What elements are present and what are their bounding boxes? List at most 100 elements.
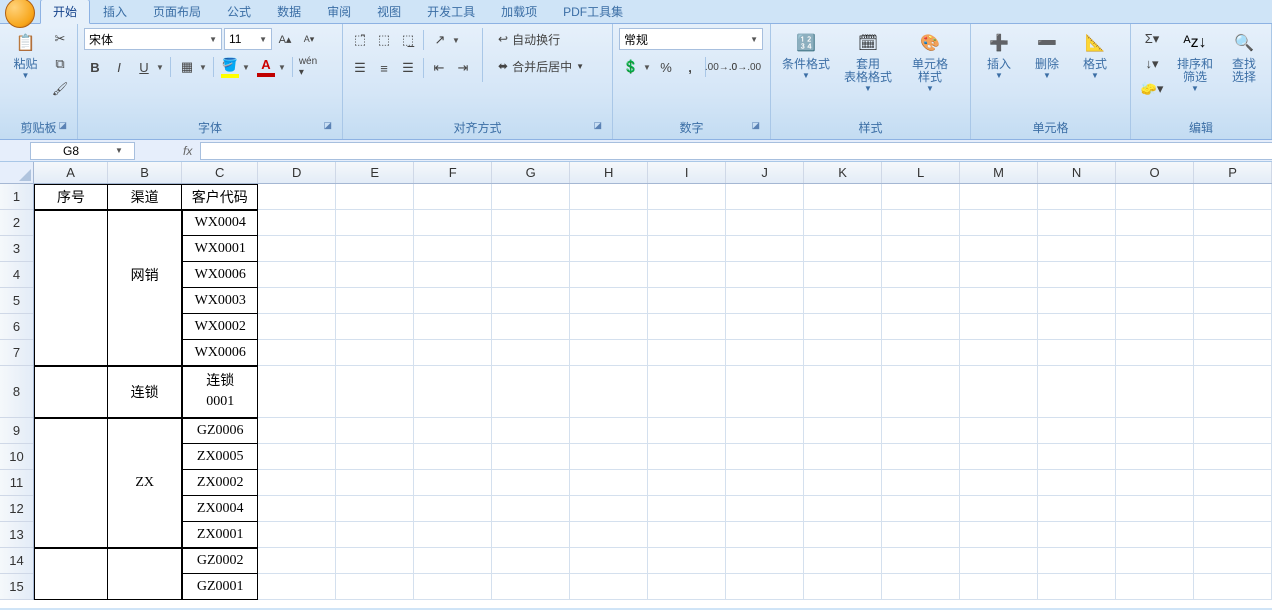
cell[interactable]: GZ0001 [182,574,258,600]
cell[interactable] [804,366,882,418]
column-header[interactable]: M [960,162,1038,183]
chevron-down-icon[interactable]: ▼ [207,35,219,44]
cell[interactable] [648,444,726,470]
underline-button[interactable]: U▼ [132,55,166,79]
cell[interactable] [1194,470,1272,496]
cell[interactable] [648,574,726,600]
cell[interactable] [1194,262,1272,288]
cell[interactable] [804,548,882,574]
cell[interactable] [34,522,108,548]
cell[interactable] [336,366,414,418]
cell[interactable] [882,262,960,288]
cell[interactable] [492,496,570,522]
cell[interactable] [570,496,648,522]
cell[interactable] [492,314,570,340]
cell[interactable]: 连锁 [108,366,182,418]
row-header[interactable]: 6 [0,314,33,340]
column-header[interactable]: H [570,162,648,183]
cell[interactable] [492,574,570,600]
column-header[interactable]: A [34,162,108,183]
column-header[interactable]: P [1194,162,1272,183]
cell[interactable] [648,522,726,548]
cell[interactable] [1038,314,1116,340]
cell[interactable] [804,314,882,340]
cell[interactable] [414,210,492,236]
cell[interactable] [960,574,1038,600]
cell[interactable] [1038,366,1116,418]
row-header[interactable]: 12 [0,496,33,522]
column-header[interactable]: L [882,162,960,183]
number-format-combo[interactable]: ▼ [619,28,763,50]
cell[interactable] [34,366,108,418]
cell[interactable] [804,496,882,522]
cell[interactable] [258,236,336,262]
cell[interactable] [414,288,492,314]
tab-dev[interactable]: 开发工具 [414,0,488,23]
format-button[interactable]: 📐格式▼ [1073,28,1117,82]
column-header[interactable]: D [258,162,336,183]
cell[interactable]: 网销 [108,262,182,288]
column-header[interactable]: E [336,162,414,183]
cell[interactable] [258,340,336,366]
font-size-input[interactable] [229,32,253,46]
formula-input[interactable] [200,142,1272,160]
cut-button[interactable]: ✂ [49,28,71,50]
cell[interactable] [414,262,492,288]
cell[interactable] [804,288,882,314]
cell[interactable]: WX0004 [182,210,258,236]
cell[interactable] [1194,210,1272,236]
cell[interactable] [34,470,108,496]
font-name-input[interactable] [89,32,203,46]
row-header[interactable]: 7 [0,340,33,366]
cell[interactable] [258,210,336,236]
cell[interactable] [492,340,570,366]
cell[interactable] [108,574,182,600]
cell[interactable] [1194,418,1272,444]
autosum-button[interactable]: Σ▾ [1137,28,1167,50]
cell[interactable]: ZX0005 [182,444,258,470]
office-button[interactable] [5,0,35,28]
cell[interactable] [258,262,336,288]
cell[interactable] [882,548,960,574]
orientation-button[interactable]: ↗▼ [428,28,462,52]
cell[interactable] [1194,236,1272,262]
column-header[interactable]: F [414,162,492,183]
column-header[interactable]: N [1038,162,1116,183]
cell[interactable] [648,288,726,314]
cell[interactable] [336,340,414,366]
cell[interactable] [882,184,960,210]
cell[interactable] [648,418,726,444]
cell[interactable] [726,418,804,444]
format-table-button[interactable]: 🗓套用 表格格式▼ [839,28,897,95]
cell[interactable] [1194,522,1272,548]
cell[interactable]: 序号 [34,184,108,210]
cell[interactable] [804,574,882,600]
cell[interactable] [960,314,1038,340]
cell[interactable] [414,522,492,548]
cell[interactable] [570,574,648,600]
cell[interactable] [570,184,648,210]
cell[interactable] [1116,470,1194,496]
cell[interactable] [1116,262,1194,288]
cell[interactable] [882,418,960,444]
cell[interactable] [804,522,882,548]
tab-home[interactable]: 开始 [40,0,90,24]
cell[interactable] [882,574,960,600]
insert-button[interactable]: ➕插入▼ [977,28,1021,82]
row-header[interactable]: 5 [0,288,33,314]
cell[interactable] [492,418,570,444]
tab-pdf[interactable]: PDF工具集 [550,0,636,23]
cell[interactable] [258,470,336,496]
cell[interactable] [258,574,336,600]
name-box-input[interactable] [31,144,111,158]
cell[interactable] [336,496,414,522]
wrap-text-button[interactable]: ↩自动换行 [491,28,591,50]
cell[interactable]: 连锁0001 [182,366,258,418]
row-header[interactable]: 11 [0,470,33,496]
cell[interactable] [1116,418,1194,444]
tab-addins[interactable]: 加载项 [488,0,550,23]
cell[interactable] [960,470,1038,496]
name-box[interactable]: ▼ [30,142,135,160]
cell[interactable] [726,470,804,496]
decrease-decimal-button[interactable]: .0→.00 [734,56,756,78]
